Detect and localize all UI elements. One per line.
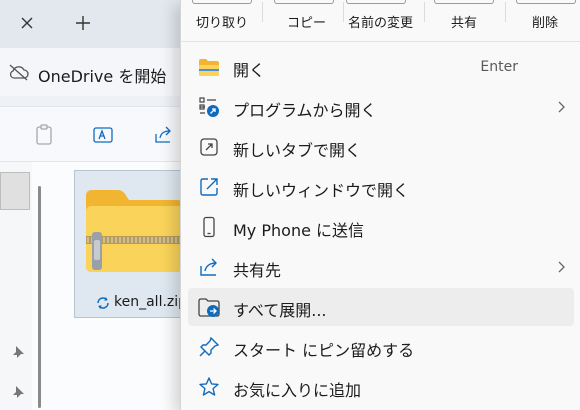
- cut-icon: [192, 0, 252, 4]
- menu-item-label: 新しいウィンドウで開く: [233, 181, 410, 200]
- pin-icon: [13, 346, 24, 358]
- menu-item-label: お気に入りに追加: [233, 381, 362, 400]
- menu-item-extract-all[interactable]: すべて展開...: [188, 288, 574, 326]
- pin-icon: [199, 336, 220, 357]
- shortcut-label: Enter: [480, 59, 518, 75]
- chevron-right-icon: [558, 101, 565, 113]
- delete-icon: [516, 0, 576, 4]
- menu-item-label: My Phone に送信: [233, 221, 365, 240]
- copy-icon: [274, 0, 334, 4]
- menu-item-label: スタート にピン留めする: [233, 341, 415, 360]
- file-name-label[interactable]: ken_all.zip: [114, 294, 187, 310]
- menu-item-label: 新しいタブで開く: [233, 141, 362, 160]
- new-tab-icon: [200, 138, 218, 156]
- nav-selected-item[interactable]: [0, 172, 30, 210]
- share-icon[interactable]: [153, 124, 173, 146]
- new-window-icon: [200, 178, 218, 196]
- phone-icon: [203, 216, 215, 238]
- star-icon: [199, 377, 219, 396]
- menu-item-send-to-phone[interactable]: My Phone に送信: [188, 208, 574, 246]
- pin-icon: [13, 386, 24, 398]
- rename-icon[interactable]: [93, 124, 113, 146]
- menu-item-open-new-tab[interactable]: 新しいタブで開く: [188, 128, 574, 166]
- zip-folder-icon: [86, 190, 182, 272]
- chevron-right-icon: [558, 261, 565, 273]
- menu-item-open-new-window[interactable]: 新しいウィンドウで開く: [188, 168, 574, 206]
- menu-item-label: プログラムから開く: [233, 101, 377, 120]
- rename-button[interactable]: 名前の変更: [348, 12, 413, 31]
- share-icon: [434, 0, 494, 4]
- cloud-off-icon: [9, 64, 29, 81]
- extract-all-icon: [198, 298, 220, 317]
- paste-icon[interactable]: [34, 124, 54, 146]
- action-divider: [262, 2, 263, 22]
- share-button[interactable]: 共有: [451, 12, 477, 31]
- share-icon: [200, 258, 217, 276]
- onedrive-start-label[interactable]: OneDrive を開始: [38, 63, 166, 87]
- menu-item-add-favorites[interactable]: お気に入りに追加: [188, 368, 574, 406]
- action-divider: [343, 2, 344, 22]
- plus-icon[interactable]: [74, 14, 92, 32]
- cut-button[interactable]: 切り取り: [196, 12, 248, 31]
- menu-item-share-to[interactable]: 共有先: [188, 248, 574, 286]
- nav-scrollbar[interactable]: [38, 186, 41, 408]
- delete-button[interactable]: 削除: [532, 12, 558, 31]
- menu-item-pin-to-start[interactable]: スタート にピン留めする: [188, 328, 574, 366]
- sync-icon: [97, 297, 109, 309]
- rename-icon: [346, 0, 406, 4]
- menu-item-label: 開く: [233, 61, 266, 80]
- folder-icon: [199, 59, 219, 76]
- menu-item-label: すべて展開...: [233, 301, 327, 320]
- close-icon[interactable]: [18, 14, 36, 32]
- open-with-icon: [199, 97, 219, 117]
- action-divider: [505, 2, 506, 22]
- copy-button[interactable]: コピー: [287, 12, 326, 31]
- action-divider: [424, 2, 425, 22]
- menu-item-open-with[interactable]: プログラムから開く: [188, 88, 574, 126]
- menu-item-label: 共有先: [233, 261, 282, 280]
- menu-item-open[interactable]: 開く Enter: [188, 48, 574, 86]
